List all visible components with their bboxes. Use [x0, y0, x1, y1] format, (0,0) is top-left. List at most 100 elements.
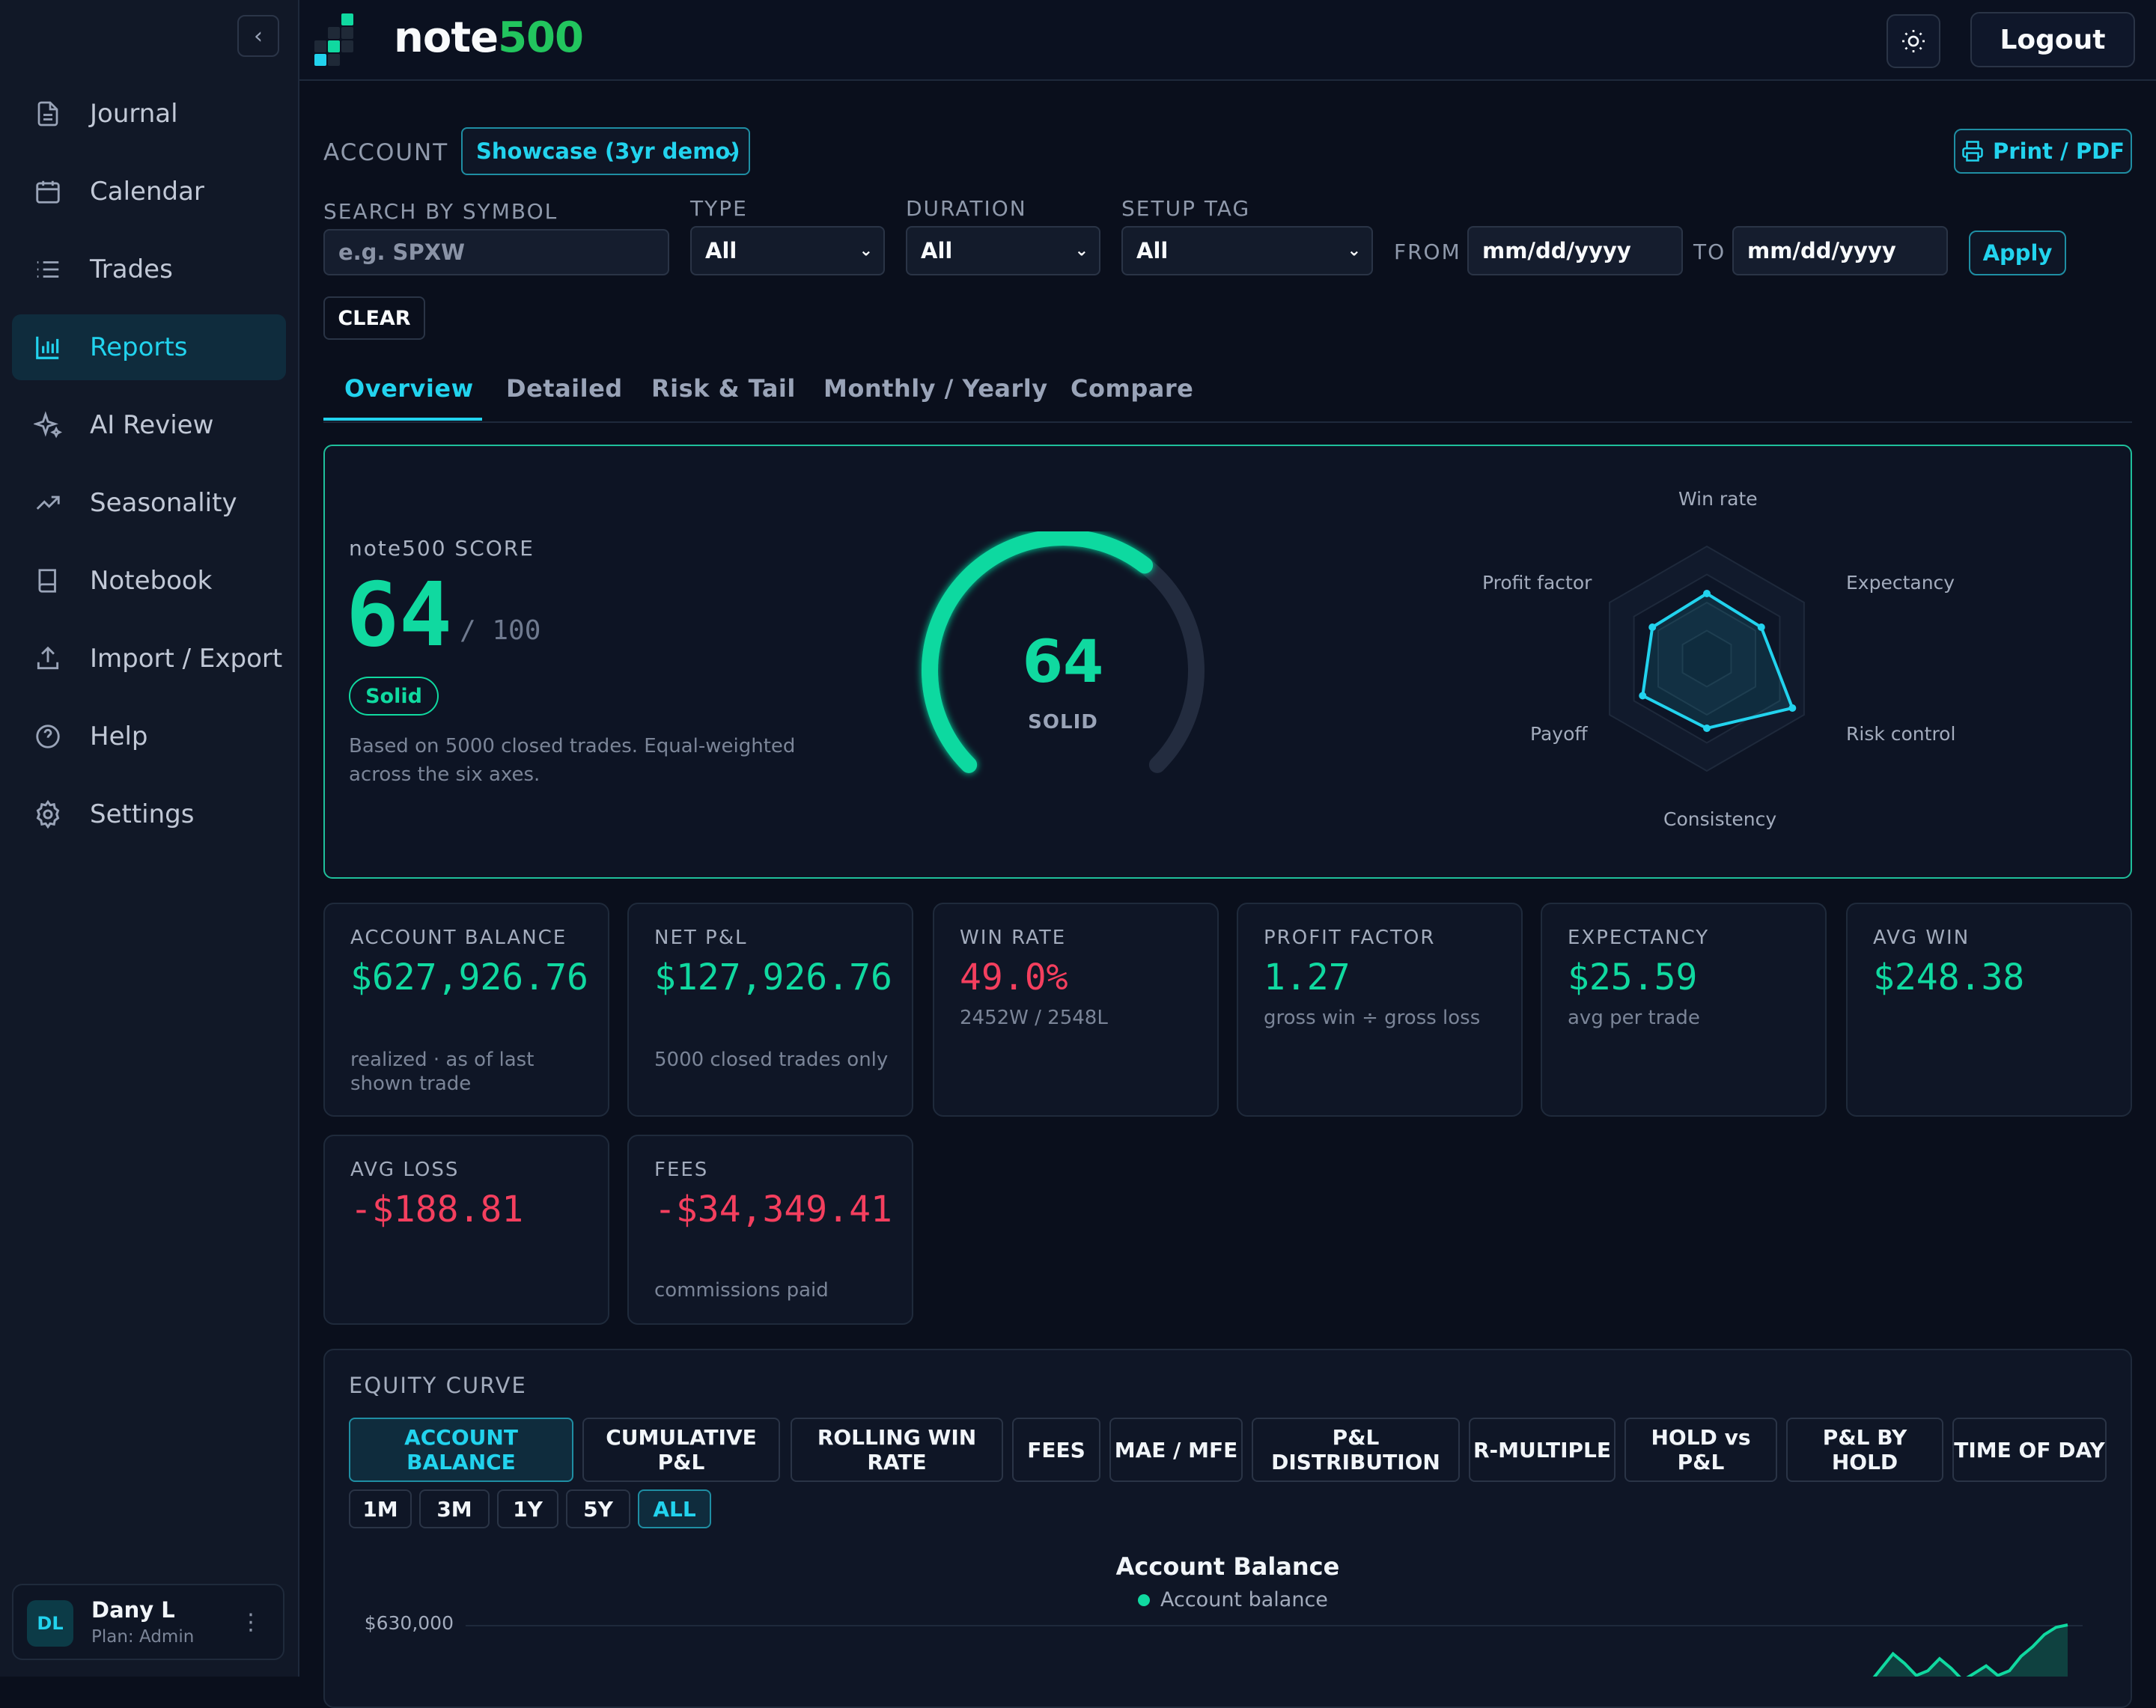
- trending-up-icon: [31, 487, 64, 519]
- chart-tab-fees[interactable]: FEES: [1012, 1418, 1100, 1482]
- sidebar-item-label: Journal: [90, 99, 178, 129]
- radar-point: [1648, 623, 1657, 631]
- sidebar-item-help[interactable]: Help: [12, 704, 286, 769]
- stat-card-account-balance: ACCOUNT BALANCE $627,926.76 realized · a…: [323, 903, 609, 1117]
- radar-point: [1703, 590, 1711, 597]
- equity-curve-title: EQUITY CURVE: [349, 1373, 527, 1398]
- range-1y[interactable]: 1Y: [497, 1489, 558, 1528]
- sidebar-item-label: AI Review: [90, 410, 214, 440]
- tab-overview[interactable]: Overview: [344, 374, 474, 403]
- radar-label-win-rate: Win rate: [1678, 488, 1758, 510]
- range-5y[interactable]: 5Y: [566, 1489, 630, 1528]
- apply-button[interactable]: Apply: [1969, 231, 2066, 275]
- tab-detailed[interactable]: Detailed: [506, 374, 623, 403]
- range-1m[interactable]: 1M: [349, 1489, 412, 1528]
- score-grade-badge: Solid: [349, 677, 439, 716]
- stat-value: $627,926.76: [350, 957, 588, 998]
- logout-button[interactable]: Logout: [1970, 12, 2135, 67]
- sidebar-item-label: Notebook: [90, 566, 213, 596]
- chart-tab-pnl-by-hold[interactable]: P&L BY HOLD: [1786, 1418, 1943, 1482]
- chart-tab-account-balance[interactable]: ACCOUNT BALANCE: [349, 1418, 573, 1482]
- theme-toggle-button[interactable]: [1886, 14, 1940, 68]
- sidebar-item-ai-review[interactable]: AI Review: [12, 392, 286, 458]
- score-label: note500 SCORE: [349, 536, 535, 561]
- chevron-down-icon: ⌄: [859, 241, 873, 260]
- upload-icon: [31, 642, 64, 675]
- chart-title: Account Balance: [1115, 1552, 1340, 1581]
- chart-tab-r-multiple[interactable]: R-MULTIPLE: [1469, 1418, 1616, 1482]
- stat-card-avg-win: AVG WIN $248.38: [1846, 903, 2132, 1117]
- more-vertical-icon[interactable]: ⋮: [240, 1609, 262, 1635]
- avatar: DL: [27, 1600, 73, 1647]
- clear-button[interactable]: CLEAR: [323, 296, 425, 340]
- collapse-sidebar-button[interactable]: ‹: [237, 15, 279, 57]
- y-tick-label: $630,000: [364, 1612, 454, 1634]
- radar-label-payoff: Payoff: [1530, 723, 1588, 745]
- sidebar-item-journal[interactable]: Journal: [12, 81, 286, 147]
- range-all[interactable]: ALL: [638, 1489, 711, 1528]
- radar-label-risk-control: Risk control: [1846, 723, 1956, 745]
- sidebar-item-label: Settings: [90, 799, 195, 829]
- active-tab-indicator: [323, 418, 482, 421]
- sidebar-item-label: Help: [90, 722, 148, 751]
- list-icon: [31, 253, 64, 286]
- sidebar-item-label: Trades: [90, 254, 173, 284]
- chevron-down-icon: ⌄: [724, 141, 738, 161]
- score-description: Based on 5000 closed trades. Equal-weigh…: [349, 735, 796, 786]
- sun-icon: [1902, 30, 1925, 52]
- chart-tab-rolling-win-rate[interactable]: ROLLING WIN RATE: [791, 1418, 1003, 1482]
- duration-label: DURATION: [906, 196, 1027, 221]
- user-card[interactable]: DL Dany L Plan: Admin ⋮: [12, 1584, 284, 1660]
- tab-risk-tail[interactable]: Risk & Tail: [651, 374, 796, 403]
- sidebar-item-calendar[interactable]: Calendar: [12, 159, 286, 225]
- tab-monthly-yearly[interactable]: Monthly / Yearly: [823, 374, 1048, 403]
- equity-curve-chart: [1858, 1623, 2068, 1677]
- stat-value: 49.0%: [960, 957, 1068, 998]
- sidebar-item-label: Reports: [90, 332, 188, 362]
- file-text-icon: [31, 97, 64, 130]
- range-3m[interactable]: 3M: [419, 1489, 490, 1528]
- stat-value: 1.27: [1264, 957, 1350, 998]
- print-pdf-button[interactable]: Print / PDF: [1954, 129, 2132, 174]
- calendar-icon: [31, 175, 64, 208]
- type-select[interactable]: All ⌄: [690, 226, 885, 275]
- gear-icon: [31, 798, 64, 831]
- duration-select[interactable]: All ⌄: [906, 226, 1100, 275]
- sidebar-item-trades[interactable]: Trades: [12, 237, 286, 302]
- stat-value: $127,926.76: [654, 957, 892, 998]
- stat-value: -$34,349.41: [654, 1189, 892, 1230]
- chart-tab-cumulative-pnl[interactable]: CUMULATIVE P&L: [582, 1418, 780, 1482]
- chart-tab-pnl-distribution[interactable]: P&L DISTRIBUTION: [1252, 1418, 1460, 1482]
- chevron-down-icon: ⌄: [1074, 241, 1088, 260]
- from-date-input[interactable]: mm/dd/yyyy: [1467, 226, 1683, 275]
- sidebar-item-reports[interactable]: Reports: [12, 314, 286, 380]
- chevron-left-icon: ‹: [254, 22, 263, 49]
- stat-card-expectancy: EXPECTANCY $25.59 avg per trade: [1541, 903, 1827, 1117]
- radar-point: [1703, 725, 1711, 732]
- user-name: Dany L: [91, 1597, 175, 1623]
- chart-tab-hold-vs-pnl[interactable]: HOLD vs P&L: [1624, 1418, 1777, 1482]
- chart-tab-mae-mfe[interactable]: MAE / MFE: [1109, 1418, 1243, 1482]
- sidebar-item-import-export[interactable]: Import / Export: [12, 626, 286, 692]
- help-circle-icon: [31, 720, 64, 753]
- gauge-value: 64: [1022, 629, 1104, 696]
- search-input[interactable]: e.g. SPXW: [323, 229, 669, 275]
- chart-tab-time-of-day[interactable]: TIME OF DAY: [1952, 1418, 2107, 1482]
- sidebar-item-notebook[interactable]: Notebook: [12, 548, 286, 614]
- radar-point: [1788, 704, 1797, 712]
- chevron-down-icon: ⌄: [1347, 241, 1361, 260]
- gauge-grade: SOLID: [1028, 711, 1098, 733]
- account-label: ACCOUNT: [323, 139, 449, 166]
- sparkle-icon: [31, 409, 64, 442]
- sidebar-item-label: Seasonality: [90, 488, 237, 518]
- setup-tag-select[interactable]: All ⌄: [1121, 226, 1373, 275]
- radar-point: [1639, 692, 1647, 700]
- to-date-input[interactable]: mm/dd/yyyy: [1732, 226, 1948, 275]
- radar-point: [1757, 623, 1765, 631]
- stat-card-profit-factor: PROFIT FACTOR 1.27 gross win ÷ gross los…: [1237, 903, 1523, 1117]
- account-select[interactable]: Showcase (3yr demo) ⌄: [461, 127, 750, 175]
- tab-compare[interactable]: Compare: [1071, 374, 1193, 403]
- sidebar-item-settings[interactable]: Settings: [12, 781, 286, 847]
- sidebar-item-seasonality[interactable]: Seasonality: [12, 470, 286, 536]
- type-label: TYPE: [690, 196, 748, 221]
